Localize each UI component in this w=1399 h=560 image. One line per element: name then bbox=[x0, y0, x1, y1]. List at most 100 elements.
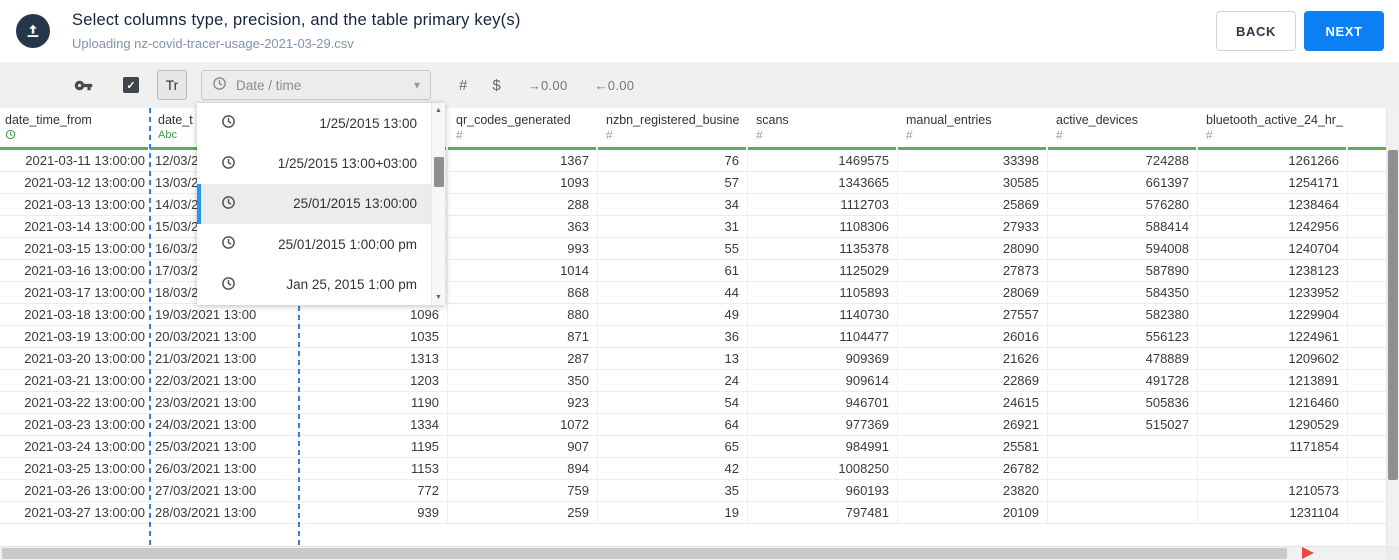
table-cell[interactable]: 871 bbox=[448, 326, 598, 348]
table-cell[interactable]: 868 bbox=[448, 282, 598, 304]
table-cell[interactable]: 24/03/2021 13:00 bbox=[150, 414, 299, 436]
table-cell[interactable]: 576280 bbox=[1048, 194, 1198, 216]
vertical-scroll-thumb[interactable] bbox=[1388, 150, 1398, 480]
table-cell[interactable]: 2021-03-15 13:00:00 bbox=[0, 238, 150, 260]
table-cell[interactable]: 2021-03-24 13:00:00 bbox=[0, 436, 150, 458]
table-cell[interactable]: 1135378 bbox=[748, 238, 898, 260]
table-cell[interactable]: 13 bbox=[598, 348, 748, 370]
table-cell[interactable]: 31 bbox=[598, 216, 748, 238]
table-cell[interactable]: 946701 bbox=[748, 392, 898, 414]
table-cell[interactable]: 939 bbox=[299, 502, 448, 524]
table-cell[interactable]: 1104477 bbox=[748, 326, 898, 348]
horizontal-scrollbar[interactable] bbox=[0, 546, 1386, 560]
table-cell[interactable]: 960193 bbox=[748, 480, 898, 502]
table-cell[interactable]: 1210573 bbox=[1198, 480, 1348, 502]
table-cell[interactable]: 2021-03-11 13:00:00 bbox=[0, 150, 150, 172]
table-cell[interactable]: 288 bbox=[448, 194, 598, 216]
table-cell[interactable]: 1096 bbox=[299, 304, 448, 326]
table-cell[interactable]: 28069 bbox=[898, 282, 1048, 304]
table-cell[interactable]: 26921 bbox=[898, 414, 1048, 436]
table-cell[interactable]: 24 bbox=[598, 370, 748, 392]
number-type-button[interactable]: # bbox=[459, 77, 467, 94]
table-cell[interactable]: 1213891 bbox=[1198, 370, 1348, 392]
table-cell[interactable]: 2021-03-18 13:00:00 bbox=[0, 304, 150, 326]
table-cell[interactable]: 20/03/2021 13:00 bbox=[150, 326, 299, 348]
scroll-up-icon[interactable]: ▲ bbox=[435, 106, 442, 115]
back-button[interactable]: BACK bbox=[1216, 11, 1296, 51]
table-cell[interactable]: 984991 bbox=[748, 436, 898, 458]
table-cell[interactable]: 2021-03-21 13:00:00 bbox=[0, 370, 150, 392]
table-cell[interactable]: 1229904 bbox=[1198, 304, 1348, 326]
table-cell[interactable]: 1238123 bbox=[1198, 260, 1348, 282]
table-cell[interactable]: 36 bbox=[598, 326, 748, 348]
table-cell[interactable]: 76 bbox=[598, 150, 748, 172]
table-cell[interactable]: 2021-03-25 13:00:00 bbox=[0, 458, 150, 480]
table-cell[interactable]: 594008 bbox=[1048, 238, 1198, 260]
column-header-scans[interactable]: scans # bbox=[748, 108, 898, 150]
table-cell[interactable]: 515027 bbox=[1048, 414, 1198, 436]
table-cell[interactable]: 2021-03-20 13:00:00 bbox=[0, 348, 150, 370]
table-cell[interactable]: 27873 bbox=[898, 260, 1048, 282]
table-cell[interactable]: 923 bbox=[448, 392, 598, 414]
decrease-decimal-button[interactable]: ←0.00 bbox=[595, 78, 635, 93]
table-cell[interactable]: 1209602 bbox=[1198, 348, 1348, 370]
table-cell[interactable]: 584350 bbox=[1048, 282, 1198, 304]
table-cell[interactable]: 61 bbox=[598, 260, 748, 282]
table-cell[interactable]: 25581 bbox=[898, 436, 1048, 458]
date-format-option[interactable]: 25/01/2015 1:00:00 pm bbox=[197, 224, 431, 264]
table-cell[interactable]: 19 bbox=[598, 502, 748, 524]
scroll-down-icon[interactable]: ▼ bbox=[435, 293, 442, 302]
table-cell[interactable]: 65 bbox=[598, 436, 748, 458]
table-cell[interactable]: 27/03/2021 13:00 bbox=[150, 480, 299, 502]
column-header-nzbn_registered_busine[interactable]: nzbn_registered_busine # bbox=[598, 108, 748, 150]
table-cell[interactable]: 907 bbox=[448, 436, 598, 458]
table-cell[interactable]: 1231104 bbox=[1198, 502, 1348, 524]
table-cell[interactable]: 20109 bbox=[898, 502, 1048, 524]
table-cell[interactable]: 491728 bbox=[1048, 370, 1198, 392]
table-cell[interactable]: 1140730 bbox=[748, 304, 898, 326]
table-cell[interactable]: 993 bbox=[448, 238, 598, 260]
table-cell[interactable]: 2021-03-14 13:00:00 bbox=[0, 216, 150, 238]
table-cell[interactable]: 1105893 bbox=[748, 282, 898, 304]
table-cell[interactable]: 797481 bbox=[748, 502, 898, 524]
table-cell[interactable]: 21626 bbox=[898, 348, 1048, 370]
table-cell[interactable]: 1195 bbox=[299, 436, 448, 458]
table-cell[interactable] bbox=[1048, 480, 1198, 502]
table-cell[interactable]: 44 bbox=[598, 282, 748, 304]
table-cell[interactable]: 505836 bbox=[1048, 392, 1198, 414]
table-cell[interactable]: 1367 bbox=[448, 150, 598, 172]
table-cell[interactable]: 27933 bbox=[898, 216, 1048, 238]
table-cell[interactable]: 661397 bbox=[1048, 172, 1198, 194]
horizontal-scroll-thumb[interactable] bbox=[2, 548, 1287, 559]
table-cell[interactable]: 57 bbox=[598, 172, 748, 194]
table-cell[interactable]: 1334 bbox=[299, 414, 448, 436]
date-format-option[interactable]: Jan 25, 2015 1:00 pm bbox=[197, 265, 431, 305]
table-cell[interactable]: 22/03/2021 13:00 bbox=[150, 370, 299, 392]
table-cell[interactable]: 880 bbox=[448, 304, 598, 326]
table-cell[interactable]: 26782 bbox=[898, 458, 1048, 480]
table-cell[interactable]: 909614 bbox=[748, 370, 898, 392]
table-cell[interactable]: 1224961 bbox=[1198, 326, 1348, 348]
table-cell[interactable]: 64 bbox=[598, 414, 748, 436]
table-cell[interactable]: 2021-03-27 13:00:00 bbox=[0, 502, 150, 524]
table-cell[interactable]: 588414 bbox=[1048, 216, 1198, 238]
table-cell[interactable]: 25869 bbox=[898, 194, 1048, 216]
table-cell[interactable]: 772 bbox=[299, 480, 448, 502]
table-cell[interactable]: 1190 bbox=[299, 392, 448, 414]
table-cell[interactable]: 1240704 bbox=[1198, 238, 1348, 260]
table-cell[interactable]: 909369 bbox=[748, 348, 898, 370]
table-cell[interactable]: 55 bbox=[598, 238, 748, 260]
increase-decimal-button[interactable]: →0.00 bbox=[528, 78, 568, 93]
table-cell[interactable]: 1125029 bbox=[748, 260, 898, 282]
table-cell[interactable] bbox=[1048, 436, 1198, 458]
table-cell[interactable]: 2021-03-22 13:00:00 bbox=[0, 392, 150, 414]
table-cell[interactable]: 977369 bbox=[748, 414, 898, 436]
table-cell[interactable]: 582380 bbox=[1048, 304, 1198, 326]
table-cell[interactable]: 556123 bbox=[1048, 326, 1198, 348]
column-header-active_devices[interactable]: active_devices # bbox=[1048, 108, 1198, 150]
table-cell[interactable]: 587890 bbox=[1048, 260, 1198, 282]
table-cell[interactable]: 1343665 bbox=[748, 172, 898, 194]
column-header-bluetooth_active_24_hr_[interactable]: bluetooth_active_24_hr_ # bbox=[1198, 108, 1348, 150]
table-cell[interactable] bbox=[1198, 458, 1348, 480]
table-cell[interactable]: 1261266 bbox=[1198, 150, 1348, 172]
